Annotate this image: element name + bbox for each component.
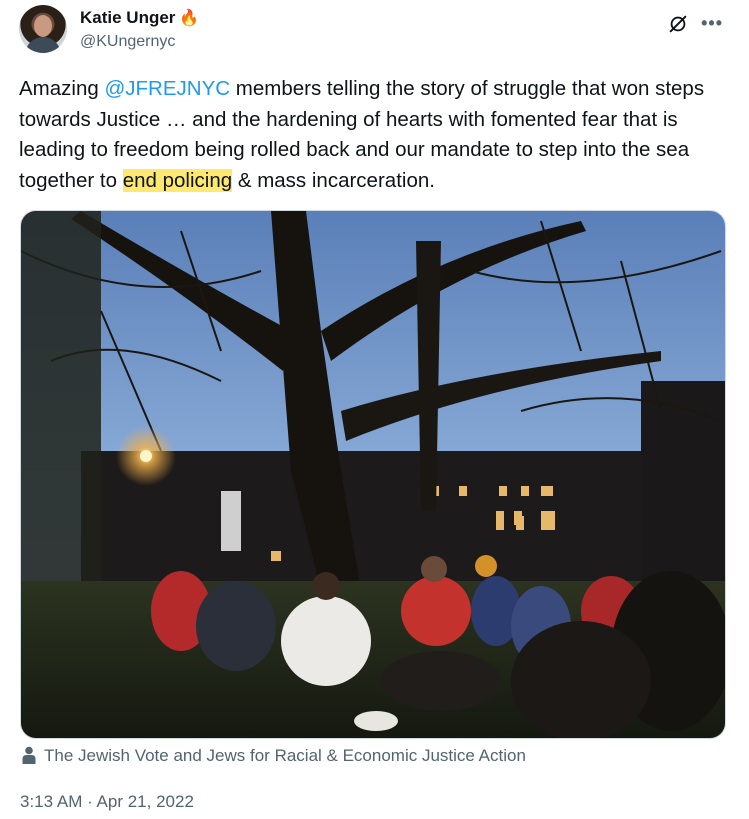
tweet-text: Amazing @JFREJNYC members telling the st… [19,74,731,196]
avatar-face [34,15,52,37]
fire-emoji: 🔥 [179,10,200,27]
tweet-header: Katie Unger 🔥 @KUngernyc ••• [19,5,729,57]
tweet-timestamp[interactable]: 3:13 AM · Apr 21, 2022 [20,792,194,812]
avatar[interactable] [19,5,67,53]
media-caption-text: The Jewish Vote and Jews for Racial & Ec… [44,746,526,765]
more-options-icon[interactable]: ••• [701,13,723,34]
tweet-text-start: Amazing [19,77,105,100]
avatar-shirt [25,37,61,53]
tweet-text-end: & mass incarceration. [232,168,435,192]
mention-link[interactable]: @JFREJNYC [104,77,230,100]
photo-scene [21,211,725,738]
author-handle[interactable]: @KUngernyc [80,33,175,51]
author-name[interactable]: Katie Unger 🔥 [80,8,199,28]
grok-icon[interactable] [667,13,689,35]
highlighted-text: end policing [122,168,233,192]
media-caption[interactable]: The Jewish Vote and Jews for Racial & Ec… [22,746,526,766]
person-icon [22,746,36,764]
tweet-photo[interactable] [20,210,726,739]
author-name-text: Katie Unger [80,8,176,27]
